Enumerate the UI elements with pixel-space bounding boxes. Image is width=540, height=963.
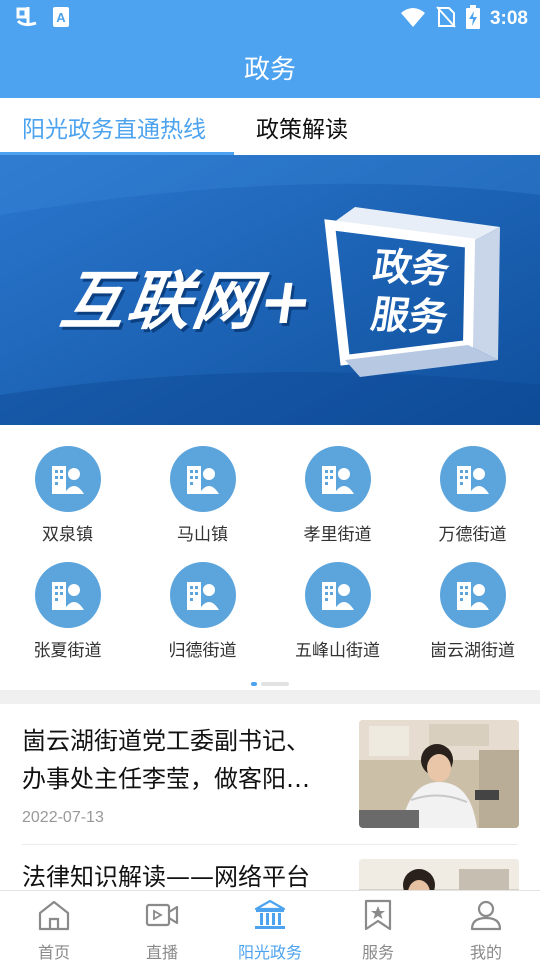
svg-text:A: A [56,10,66,25]
district-label: 双泉镇 [42,525,93,545]
news-item[interactable]: 法律知识解读——网络平台 [0,845,540,890]
tab-label: 政策解读 [256,116,348,143]
news-thumbnail [359,720,519,828]
district-item-mashan[interactable]: 马山镇 [135,446,270,545]
district-label: 万德街道 [438,525,507,545]
district-grid: 双泉镇 马山镇 孝里街道 万德街道 张夏街道 归德街道 五峰山街道 崮云湖街道 [0,425,540,690]
nav-label: 直播 [145,943,178,962]
news-item[interactable]: 崮云湖街道党工委副书记、 办事处主任李莹，做客阳… 2022-07-13 [0,704,540,844]
nav-home[interactable]: 首页 [0,891,108,962]
building-person-icon [169,446,236,512]
wifi-icon [400,6,426,32]
district-item-guide[interactable]: 归德街道 [135,562,270,661]
keyboard-a-icon: A [52,6,70,32]
nav-label: 我的 [469,943,502,962]
nav-label: 首页 [37,943,70,962]
district-label: 崮云湖街道 [430,641,515,661]
nav-live[interactable]: 直播 [108,891,216,962]
building-person-icon [439,562,506,628]
banner-main-text: 互联网+ [55,265,320,339]
tab-bar: 阳光政务直通热线 政策解读 [0,98,540,155]
tab-policy-interpretation[interactable]: 政策解读 [234,98,348,155]
nav-label: 服务 [361,943,394,962]
district-label: 归德街道 [168,641,237,661]
bookmark-star-icon [361,899,395,935]
building-person-icon [169,562,236,628]
district-label: 马山镇 [177,525,228,545]
news-title-line: 办事处主任李莹，做客阳… [22,765,310,793]
news-title-line: 法律知识解读——网络平台 [22,863,310,890]
page-dot-active [251,682,257,686]
news-thumbnail [359,859,519,890]
district-label: 孝里街道 [303,525,372,545]
district-item-xiaoli[interactable]: 孝里街道 [270,446,405,545]
news-list: 崮云湖街道党工委副书记、 办事处主任李莹，做客阳… 2022-07-13 法律知… [0,704,540,890]
nav-services[interactable]: 服务 [324,891,432,962]
building-person-icon [34,562,101,628]
nav-mine[interactable]: 我的 [432,891,540,962]
status-bar: A 3:08 [0,0,540,36]
district-item-guyunhu[interactable]: 崮云湖街道 [405,562,540,661]
person-icon [469,899,503,935]
status-time: 3:08 [489,8,528,29]
app-logo-icon [14,5,40,33]
government-building-icon [253,899,287,935]
district-label: 张夏街道 [33,641,102,661]
no-sim-icon [436,5,456,33]
home-icon [37,899,71,935]
news-title-line: 崮云湖街道党工委副书记、 [22,727,310,755]
nav-sunshine-government[interactable]: 阳光政务 [216,891,324,962]
news-title: 法律知识解读——网络平台 [22,861,340,890]
district-label: 五峰山街道 [295,641,380,661]
news-date: 2022-07-13 [22,809,104,826]
district-item-wufengshan[interactable]: 五峰山街道 [270,562,405,661]
tab-sunshine-hotline[interactable]: 阳光政务直通热线 [0,98,234,155]
banner-box-line2: 服务 [368,292,451,340]
section-divider [0,690,540,704]
building-person-icon [304,446,371,512]
page-title: 政务 [243,54,296,85]
district-item-zhangxia[interactable]: 张夏街道 [0,562,135,661]
page-dot [261,682,289,686]
bottom-navigation: 首页 直播 阳光政务 服务 我的 [0,890,540,962]
battery-charging-icon [465,5,480,33]
district-item-shuangquan[interactable]: 双泉镇 [0,446,135,545]
page-indicator [251,682,289,686]
nav-label: 阳光政务 [237,943,302,962]
video-camera-icon [145,899,179,935]
banner[interactable]: 互联网+ 政务 服务 [0,155,540,425]
app-bar: 政务 [0,36,540,98]
building-person-icon [304,562,371,628]
building-person-icon [439,446,506,512]
district-item-wande[interactable]: 万德街道 [405,446,540,545]
tab-label: 阳光政务直通热线 [22,116,206,143]
news-title: 崮云湖街道党工委副书记、 办事处主任李莹，做客阳… [22,722,340,798]
building-person-icon [34,446,101,512]
